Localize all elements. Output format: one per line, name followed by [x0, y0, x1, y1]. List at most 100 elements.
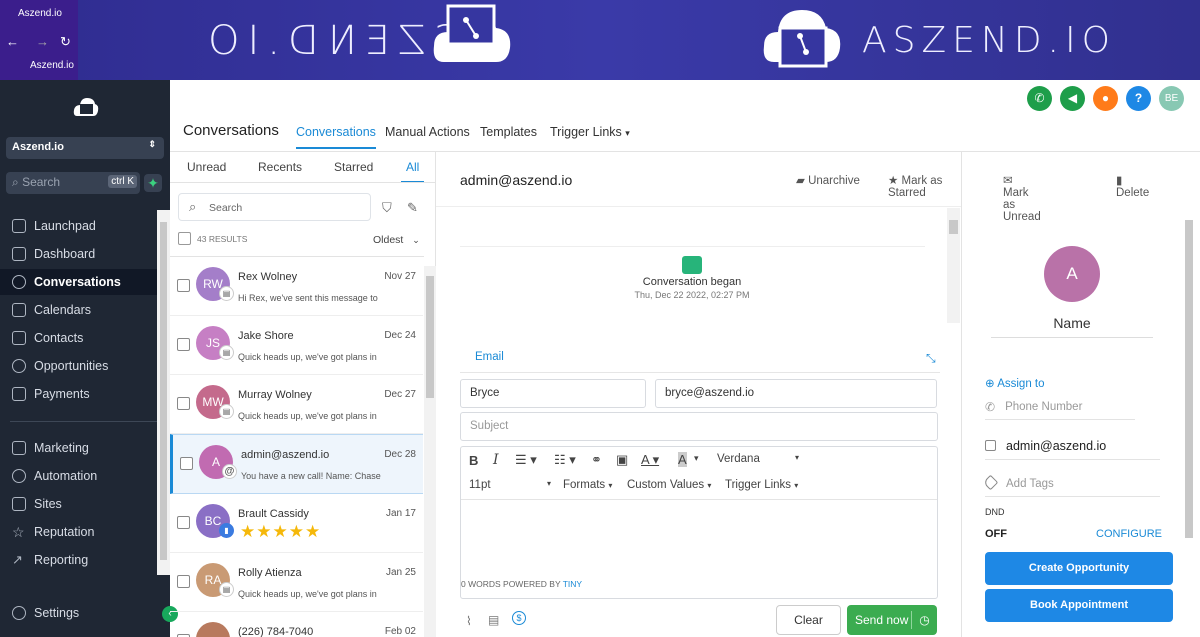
filter-starred[interactable]: Starred	[334, 160, 373, 174]
scroll-thumb[interactable]	[1185, 220, 1193, 538]
app-logo[interactable]	[72, 94, 100, 122]
phone-icon[interactable]: ✆	[1027, 86, 1052, 111]
select-all-checkbox[interactable]	[178, 232, 191, 245]
scroll-thumb[interactable]	[949, 220, 958, 234]
text-color-icon[interactable]: A ▾	[641, 452, 659, 468]
list-item[interactable]: JS ▤ Jake Shore Dec 24 Quick heads up, w…	[170, 316, 423, 375]
list-item[interactable]: BC ▮ Brault Cassidy Jan 17 ★★★★★	[170, 494, 423, 553]
font-size-select[interactable]: 11pt ▾	[469, 479, 551, 491]
quick-add-icon[interactable]: ✦	[144, 174, 162, 192]
attachment-icon[interactable]: ⌇	[466, 614, 472, 628]
image-icon[interactable]: ▣	[616, 452, 628, 468]
sidebar-item-opportunities[interactable]: Opportunities	[0, 353, 157, 379]
tab-manual-actions[interactable]: Manual Actions	[385, 125, 470, 139]
numbered-list-icon[interactable]: ☷ ▾	[554, 452, 576, 468]
book-appointment-button[interactable]: Book Appointment	[985, 589, 1173, 622]
sidebar-search[interactable]: ⌕ Search ctrl K	[6, 172, 140, 194]
email-icon: @	[222, 464, 237, 479]
clear-button[interactable]: Clear	[776, 605, 841, 635]
sidebar-item-launchpad[interactable]: Launchpad	[0, 213, 157, 239]
subject-field[interactable]: Subject	[460, 412, 938, 441]
message-preview: Quick heads up, we've got plans in	[238, 352, 377, 362]
bullet-list-icon[interactable]: ☰ ▾	[515, 452, 537, 468]
tab-conversations[interactable]: Conversations	[296, 125, 376, 149]
row-checkbox[interactable]	[177, 338, 190, 351]
tab-email[interactable]: Email	[475, 351, 504, 363]
row-checkbox[interactable]	[180, 457, 193, 470]
row-checkbox[interactable]	[177, 575, 190, 588]
custom-values-menu[interactable]: Custom Values ▾	[627, 479, 711, 491]
create-opportunity-button[interactable]: Create Opportunity	[985, 552, 1173, 585]
highlight-icon[interactable]: A	[678, 452, 687, 467]
list-scrollbar[interactable]	[424, 266, 436, 637]
help-icon[interactable]: ?	[1126, 86, 1151, 111]
message-editor[interactable]: B I ☰ ▾ ☷ ▾ ⚭ ▣ A ▾ A ▾ Verdana ▾ 11pt ▾ Fo…	[460, 446, 938, 599]
list-item[interactable]: (226) 784-7040 Feb 02	[170, 612, 423, 637]
sidebar-item-reputation[interactable]: ☆ Reputation	[0, 519, 157, 545]
filter-icon[interactable]: ⛉	[382, 200, 392, 216]
bold-icon[interactable]: B	[469, 453, 478, 468]
thread-scrollbar[interactable]	[947, 208, 960, 323]
search-icon: ⌕	[12, 175, 19, 189]
tiny-link[interactable]: TINY	[563, 579, 582, 589]
compose-icon[interactable]: ✎	[407, 200, 418, 216]
from-email-field[interactable]: bryce@aszend.io	[655, 379, 937, 408]
tab-templates[interactable]: Templates	[480, 125, 537, 139]
sidebar-item-reporting[interactable]: ↗ Reporting	[0, 547, 157, 573]
location-switcher[interactable]: Aszend.io ⇕	[6, 137, 164, 159]
collapse-compose-icon[interactable]: ⤡	[926, 351, 936, 366]
mark-starred-button[interactable]: ★ Mark as Starred	[888, 173, 961, 199]
sidebar-item-marketing[interactable]: Marketing	[0, 435, 157, 461]
italic-icon[interactable]: I	[493, 452, 499, 468]
sidebar-item-contacts[interactable]: Contacts	[0, 325, 157, 351]
sidebar-item-calendars[interactable]: Calendars	[0, 297, 157, 323]
user-avatar[interactable]: BE	[1159, 86, 1184, 111]
list-item[interactable]: RW ▤ Rex Wolney Nov 27 Hi Rex, we've sen…	[170, 257, 423, 316]
schedule-icon[interactable]: ◷	[911, 611, 937, 629]
phone-field[interactable]: ✆ Phone Number	[985, 400, 1135, 420]
from-name-field[interactable]: Bryce	[460, 379, 646, 408]
sidebar-item-conversations[interactable]: Conversations	[0, 269, 157, 295]
trigger-links-menu[interactable]: Trigger Links ▾	[725, 479, 798, 491]
list-item[interactable]: RA ▤ Rolly Atienza Jan 25 Quick heads up…	[170, 553, 423, 612]
sidebar-item-payments[interactable]: Payments	[0, 381, 157, 407]
bell-icon[interactable]: ●	[1093, 86, 1118, 111]
email-field[interactable]: admin@aszend.io	[985, 439, 1160, 460]
filter-recents[interactable]: Recents	[258, 160, 302, 174]
configure-dnd-link[interactable]: CONFIGURE	[1096, 528, 1162, 540]
payment-icon[interactable]: $	[512, 611, 526, 625]
formats-menu[interactable]: Formats ▾	[563, 479, 612, 491]
sidebar-item-label: Contacts	[34, 331, 84, 345]
sidebar-item-settings[interactable]: Settings	[0, 600, 157, 626]
filter-all[interactable]: All	[401, 160, 425, 183]
font-family-select[interactable]: Verdana ▾	[717, 453, 799, 465]
forward-icon[interactable]: →	[36, 34, 49, 49]
filter-unread[interactable]: Unread	[187, 160, 226, 174]
contact-name-field[interactable]: Name	[991, 315, 1153, 338]
row-checkbox[interactable]	[177, 516, 190, 529]
megaphone-icon[interactable]: ◀	[1060, 86, 1085, 111]
document-icon[interactable]: ▤	[488, 613, 499, 627]
search-input[interactable]: ⌕ Search	[178, 193, 371, 221]
list-item[interactable]: MW ▤ Murray Wolney Dec 27 Quick heads up…	[170, 375, 423, 434]
sidebar-item-dashboard[interactable]: Dashboard	[0, 241, 157, 267]
back-icon[interactable]: ←	[6, 34, 19, 49]
send-now-button[interactable]: Send now ◷	[847, 605, 937, 635]
link-icon[interactable]: ⚭	[591, 452, 602, 468]
sort-dropdown[interactable]: Oldest ⌄	[373, 234, 420, 246]
scroll-thumb[interactable]	[426, 276, 434, 398]
scroll-thumb[interactable]	[160, 222, 167, 560]
sidebar-scrollbar[interactable]	[157, 210, 170, 575]
browser-tab-title[interactable]: Aszend.io	[18, 8, 62, 19]
sidebar-item-sites[interactable]: Sites	[0, 491, 157, 517]
row-checkbox[interactable]	[177, 397, 190, 410]
row-checkbox[interactable]	[177, 279, 190, 292]
unarchive-button[interactable]: ▰ Unarchive	[796, 173, 860, 187]
tab-trigger-links[interactable]: Trigger Links ▾	[550, 125, 630, 139]
tags-field[interactable]: Add Tags	[982, 474, 1160, 497]
sidebar-item-automation[interactable]: Automation	[0, 463, 157, 489]
assign-to-button[interactable]: ⊕ Assign to	[985, 376, 1045, 390]
list-item-selected[interactable]: A @ admin@aszend.io Dec 28 You have a ne…	[170, 434, 423, 494]
reload-icon[interactable]: ↻	[60, 34, 71, 50]
contact-scrollbar[interactable]	[1183, 210, 1196, 545]
